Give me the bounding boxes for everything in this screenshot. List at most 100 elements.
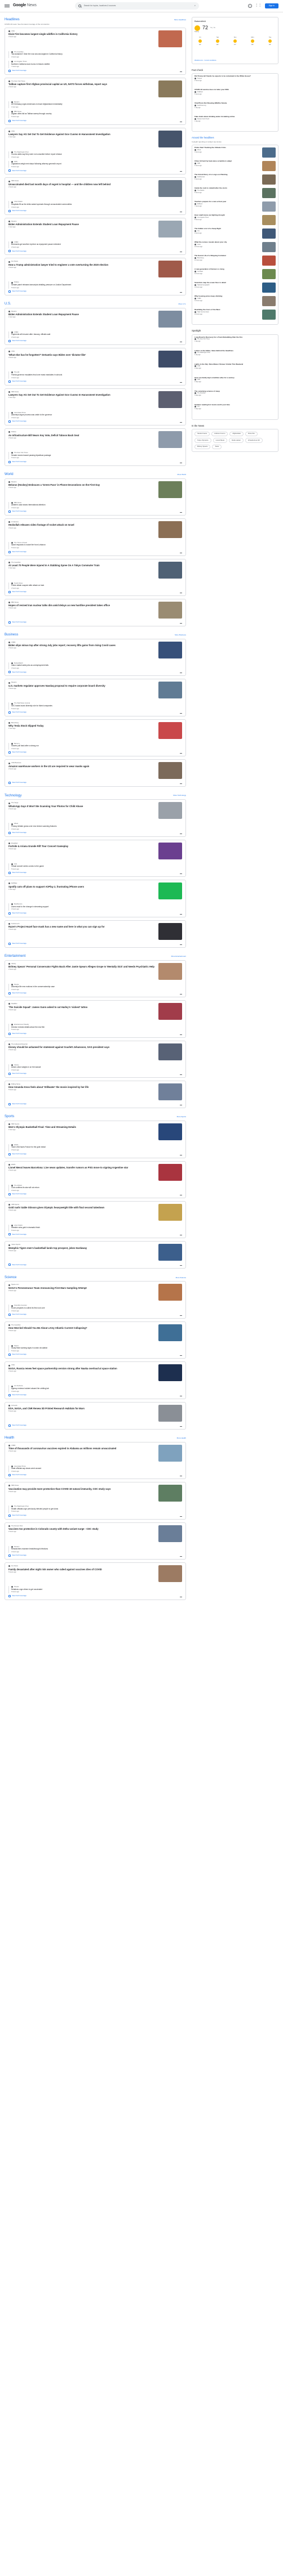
story-headline[interactable]: Britney Spears' Personal Conservator Fig… bbox=[8, 965, 156, 968]
full-coverage-link[interactable]: View Full Coverage bbox=[8, 1394, 182, 1396]
story-headline[interactable]: Vaccines too protective in Colorado coun… bbox=[8, 1527, 156, 1530]
full-coverage-link[interactable]: View Full Coverage bbox=[8, 912, 182, 915]
story-headline[interactable]: Lawyers Say AG Set Out To Get Evidence A… bbox=[8, 393, 156, 396]
publisher-name[interactable]: CBS Sports bbox=[11, 1204, 19, 1206]
publisher-name[interactable]: Civil Eats bbox=[197, 271, 203, 272]
full-coverage-label[interactable]: View Full Coverage bbox=[12, 992, 26, 994]
more-link[interactable]: More U.S. bbox=[178, 303, 186, 306]
publisher-name[interactable]: Reuters Fact Check bbox=[197, 118, 209, 120]
related-story[interactable]: The Guardian 'Not ashamed': Dixie fire no… bbox=[8, 51, 182, 59]
publisher-name[interactable]: Wired bbox=[197, 149, 201, 151]
publisher-name[interactable]: CNN bbox=[11, 1364, 15, 1366]
story-thumbnail[interactable] bbox=[158, 1404, 182, 1422]
story-headline[interactable]: Why Tesla Stock Slipped Today bbox=[8, 724, 156, 727]
more-link[interactable]: More Headlines bbox=[174, 19, 186, 21]
related-story[interactable]: USA TODAY Hospitals fill as the delta var… bbox=[8, 201, 182, 208]
spotlight-item[interactable]: Long Road to Recovery for a Town Rebuild… bbox=[194, 336, 276, 349]
full-coverage-link[interactable]: View Full Coverage bbox=[8, 711, 182, 714]
share-icon[interactable] bbox=[180, 783, 182, 785]
share-icon[interactable] bbox=[180, 512, 182, 513]
lead-story[interactable]: NBC News Lawyers Say AG Set Out To Get Ev… bbox=[8, 391, 182, 409]
publisher-name[interactable]: Gizmodo bbox=[11, 1405, 17, 1406]
share-icon[interactable] bbox=[180, 422, 182, 423]
chevron-down-icon[interactable]: ▾ bbox=[194, 5, 196, 7]
around-item[interactable]: Why housing prices keep climbing CNBC 14 h… bbox=[194, 295, 276, 308]
around-title[interactable]: Around the headlines bbox=[192, 136, 278, 139]
publisher-name[interactable]: NBC News bbox=[11, 1485, 19, 1486]
related-story[interactable]: Entertainment Weekly Director reveals det… bbox=[8, 1024, 182, 1031]
story-headline[interactable]: Director reveals details about the new f… bbox=[11, 1026, 156, 1029]
topic-chip[interactable]: Dixie Fire bbox=[245, 431, 258, 437]
story-headline[interactable]: Researchers examine breakthrough infecti… bbox=[11, 1548, 156, 1551]
story-thumbnail[interactable] bbox=[158, 310, 182, 328]
share-icon[interactable] bbox=[180, 713, 182, 714]
section-title[interactable]: Headlines bbox=[5, 18, 20, 23]
related-story[interactable]: CNBC Borrowers get another reprieve as re… bbox=[8, 241, 182, 249]
publisher-name[interactable]: NPR bbox=[197, 379, 200, 380]
share-icon[interactable] bbox=[180, 382, 182, 383]
full-coverage-link[interactable]: View Full Coverage bbox=[8, 510, 182, 513]
full-coverage-link[interactable]: View Full Coverage bbox=[8, 290, 182, 293]
story-thumbnail[interactable] bbox=[158, 391, 182, 408]
related-story[interactable]: Reuters Researchers examine breakthrough … bbox=[8, 1545, 182, 1553]
story-headline[interactable]: Police detain suspect after attack on tr… bbox=[11, 584, 156, 587]
lead-story[interactable]: The New York Times Taliban capture first … bbox=[8, 80, 182, 98]
full-coverage-link[interactable]: View Full Coverage bbox=[8, 1313, 182, 1316]
apps-grid-icon[interactable]: ⋮⋮ bbox=[255, 4, 262, 8]
related-story[interactable]: MarketWatch Labor market adds jobs as une… bbox=[8, 662, 182, 670]
full-coverage-label[interactable]: View Full Coverage bbox=[12, 711, 26, 714]
story-thumbnail[interactable] bbox=[158, 1444, 182, 1462]
story-headline[interactable]: Razer's Project Hazel face mask has a ne… bbox=[8, 925, 156, 928]
story-thumbnail[interactable] bbox=[262, 229, 276, 239]
full-coverage-label[interactable]: View Full Coverage bbox=[12, 69, 26, 72]
full-coverage-label[interactable]: View Full Coverage bbox=[12, 590, 26, 593]
story-thumbnail[interactable] bbox=[262, 161, 276, 172]
more-link[interactable]: More Business bbox=[175, 634, 186, 637]
story-headline[interactable]: Attorneys argue process was unfair to th… bbox=[11, 414, 156, 416]
story-headline[interactable]: WhatsApp Says It Won't Be Scanning Your … bbox=[8, 805, 156, 808]
lead-story[interactable]: Reuters U.S. markets regulator approves N… bbox=[8, 682, 182, 700]
full-coverage-link[interactable]: View Full Coverage bbox=[8, 1474, 182, 1477]
full-coverage-link[interactable]: View Full Coverage bbox=[8, 250, 182, 253]
full-coverage-label[interactable]: View Full Coverage bbox=[12, 1394, 26, 1396]
story-headline[interactable]: Payments will resume after January, offi… bbox=[11, 333, 156, 336]
lead-story[interactable]: Yahoo Sports Memphis Tigers men's basketb… bbox=[8, 1244, 182, 1262]
full-coverage-link[interactable]: View Full Coverage bbox=[8, 671, 182, 674]
lead-story[interactable]: Reuters Biden Administration Extends Stud… bbox=[8, 310, 182, 329]
lead-story[interactable]: Fox News Family devastated after night ri… bbox=[8, 1565, 182, 1583]
story-headline[interactable]: Fortnite & Ariana Grande Rift Tour Conce… bbox=[8, 845, 156, 848]
search-box[interactable]: Search for topics, locations & sources ▾ bbox=[74, 2, 199, 10]
publisher-name[interactable]: Vox bbox=[197, 230, 200, 232]
related-story[interactable]: Variety Actors union weighs in on the law… bbox=[8, 1064, 182, 1072]
share-icon[interactable] bbox=[180, 1315, 182, 1316]
around-item[interactable]: What the census reveals about your city A… bbox=[194, 241, 276, 254]
story-thumbnail[interactable] bbox=[158, 481, 182, 498]
story-headline[interactable]: Labor market adds jobs as unemployment f… bbox=[11, 665, 156, 667]
publisher-name[interactable]: PolitiFact bbox=[197, 91, 203, 93]
publisher-name[interactable]: Deadline bbox=[11, 1003, 17, 1005]
story-thumbnail[interactable] bbox=[158, 802, 182, 819]
section-title[interactable]: Science bbox=[5, 1276, 16, 1280]
story-thumbnail[interactable] bbox=[262, 201, 276, 212]
publisher-name[interactable]: Fox News bbox=[11, 1565, 18, 1567]
story-headline[interactable]: US Embassy urges Americans to leave Afgh… bbox=[11, 103, 156, 106]
publisher-name[interactable]: CNN bbox=[197, 365, 200, 367]
full-coverage-link[interactable]: View Full Coverage bbox=[8, 1193, 182, 1195]
lead-story[interactable]: Rolling Stone How Amanda Knox feels about… bbox=[8, 1083, 182, 1101]
story-headline[interactable]: Afghan cities fall as Taliban sweep thro… bbox=[11, 113, 156, 115]
story-thumbnail[interactable] bbox=[158, 1003, 182, 1020]
around-item[interactable]: How small towns are fighting drought Los … bbox=[194, 214, 276, 227]
story-thumbnail[interactable] bbox=[158, 220, 182, 238]
story-thumbnail[interactable] bbox=[158, 1565, 182, 1583]
section-title[interactable]: Business bbox=[5, 633, 18, 638]
story-thumbnail[interactable] bbox=[262, 256, 276, 266]
full-coverage-link[interactable]: View Full Coverage bbox=[8, 69, 182, 72]
story-thumbnail[interactable] bbox=[158, 1485, 182, 1502]
full-coverage-label[interactable]: View Full Coverage bbox=[12, 340, 26, 342]
story-headline[interactable]: How Amanda Knox feels about 'Stillwater'… bbox=[8, 1086, 156, 1088]
lead-story[interactable]: The Guardian At Least 70 People Were Inju… bbox=[8, 561, 182, 580]
story-thumbnail[interactable] bbox=[158, 1043, 182, 1060]
publisher-name[interactable]: Los Angeles Times bbox=[197, 217, 209, 218]
story-thumbnail[interactable] bbox=[262, 174, 276, 185]
full-coverage-label[interactable]: View Full Coverage bbox=[12, 1193, 26, 1195]
